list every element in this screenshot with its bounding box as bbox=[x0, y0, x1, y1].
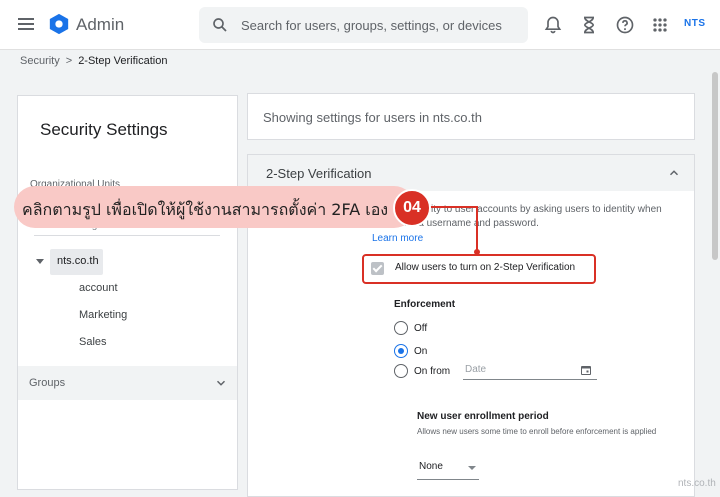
enforcement-on-from-radio[interactable] bbox=[394, 364, 408, 378]
breadcrumb: Security >2-Step Verification bbox=[20, 55, 167, 67]
enforcement-on-label[interactable]: On bbox=[414, 346, 427, 357]
enforcement-off-radio[interactable] bbox=[394, 321, 408, 335]
page-scrollbar[interactable] bbox=[712, 72, 718, 260]
security-settings-panel: Security Settings Organizational Units S… bbox=[17, 95, 238, 490]
chevron-down-icon[interactable] bbox=[214, 376, 228, 390]
enforcement-off-label[interactable]: Off bbox=[414, 323, 427, 334]
search-icon bbox=[213, 18, 227, 32]
instruction-callout: คลิกตามรูป เพื่อเปิดให้ผู้ใช้งานสามารถตั… bbox=[14, 186, 415, 228]
enrollment-period-title: New user enrollment period bbox=[417, 411, 549, 422]
enforcement-label: Enforcement bbox=[394, 299, 456, 310]
main-menu-icon[interactable] bbox=[16, 15, 36, 35]
org-unit-root-label[interactable]: nts.co.th bbox=[57, 255, 99, 267]
help-icon[interactable] bbox=[615, 15, 635, 35]
learn-more-link[interactable]: Learn more bbox=[372, 233, 423, 244]
brand-logo[interactable]: NTS bbox=[684, 18, 706, 29]
caret-down-icon[interactable] bbox=[36, 259, 44, 264]
instruction-text: คลิกตามรูป เพื่อเปิดให้ผู้ใช้งานสามารถตั… bbox=[22, 200, 389, 219]
apps-grid-icon[interactable] bbox=[650, 15, 670, 35]
watermark: nts.co.th bbox=[678, 478, 716, 489]
enforcement-on-from-label[interactable]: On from bbox=[414, 366, 450, 377]
top-bar: Admin NTS bbox=[0, 0, 720, 50]
scope-banner: Showing settings for users in nts.co.th bbox=[247, 93, 695, 140]
org-unit-account[interactable]: account bbox=[79, 282, 118, 294]
groups-label: Groups bbox=[29, 377, 66, 389]
scope-text: Showing settings for users in nts.co.th bbox=[263, 110, 482, 125]
allow-2sv-checkbox[interactable] bbox=[371, 262, 384, 275]
notifications-bell-icon[interactable] bbox=[543, 15, 563, 35]
enforcement-on-radio[interactable] bbox=[394, 344, 408, 358]
breadcrumb-parent[interactable]: Security bbox=[20, 55, 60, 67]
step-number-badge: 04 bbox=[393, 189, 431, 227]
chevron-up-icon[interactable] bbox=[667, 166, 681, 180]
groups-section[interactable]: Groups bbox=[18, 366, 237, 400]
allow-2sv-label[interactable]: Allow users to turn on 2-Step Verificati… bbox=[395, 262, 575, 273]
hourglass-tasks-icon[interactable] bbox=[579, 15, 599, 35]
search-bar[interactable] bbox=[199, 7, 528, 43]
dropdown-caret-icon[interactable] bbox=[468, 466, 476, 470]
calendar-icon[interactable] bbox=[580, 364, 592, 376]
org-unit-sales[interactable]: Sales bbox=[79, 336, 107, 348]
leader-line-vertical bbox=[476, 206, 478, 252]
leader-dot bbox=[474, 249, 480, 255]
app-title[interactable]: Admin bbox=[76, 15, 124, 35]
leader-line-horizontal bbox=[431, 206, 478, 208]
search-input[interactable] bbox=[241, 7, 521, 43]
breadcrumb-current: 2-Step Verification bbox=[78, 55, 168, 67]
section-title: 2-Step Verification bbox=[266, 166, 372, 181]
org-unit-marketing[interactable]: Marketing bbox=[79, 309, 127, 321]
panel-title: Security Settings bbox=[40, 120, 168, 139]
date-input[interactable]: Date bbox=[463, 360, 597, 380]
breadcrumb-separator: > bbox=[65, 55, 73, 67]
admin-logo-icon[interactable] bbox=[48, 13, 70, 35]
enrollment-period-description: Allows new users some time to enroll bef… bbox=[417, 427, 657, 436]
